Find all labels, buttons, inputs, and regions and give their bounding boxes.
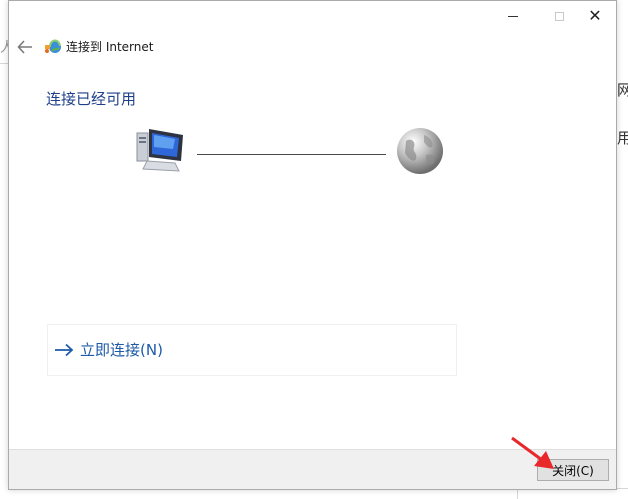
background-divider-vertical [517,489,518,499]
internet-globe-icon [397,128,443,174]
connection-line [197,154,386,155]
maximize-icon [554,11,564,21]
window-header-title: 连接到 Internet [66,40,154,54]
back-arrow-icon [17,40,32,54]
minimize-icon [508,15,518,17]
close-icon: ✕ [588,6,602,25]
minimize-button[interactable] [490,1,536,31]
background-right-glyph-1: 网 [617,81,628,99]
connect-to-internet-window: ✕ 连接到 Internet 连接已经可用 立即连接(N) 关闭(C) [8,0,617,490]
right-arrow-icon [55,343,74,357]
red-pointer-arrow-icon [511,436,554,469]
connect-now-label: 立即连接(N) [80,341,163,359]
background-right-glyph-2: 用 [617,129,628,147]
window-close-button[interactable]: ✕ [572,1,618,31]
status-heading: 连接已经可用 [46,90,137,108]
connect-now-link[interactable]: 立即连接(N) [47,324,457,376]
network-globe-icon [45,39,61,53]
title-bar: ✕ [9,1,616,33]
back-button[interactable] [13,35,37,59]
computer-icon [136,129,183,172]
